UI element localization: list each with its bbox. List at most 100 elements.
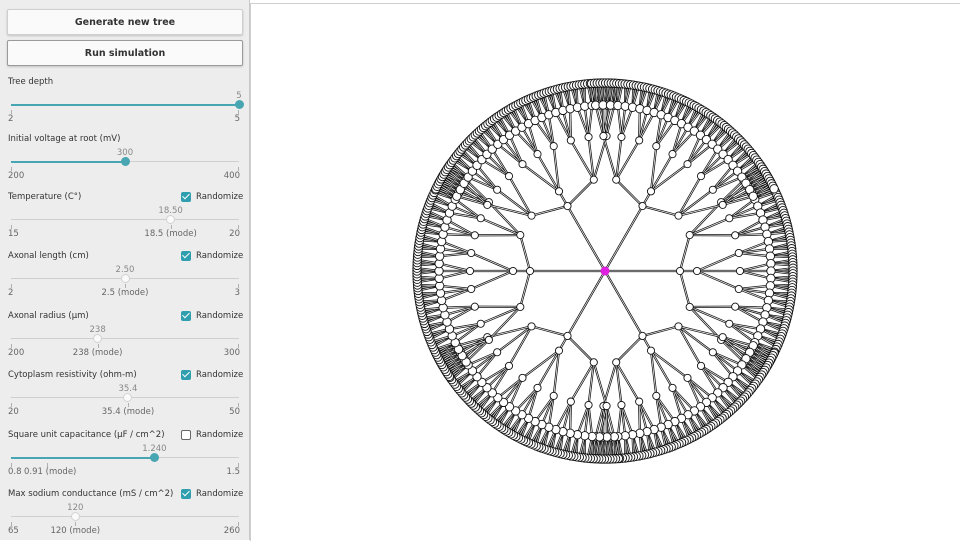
tree-node[interactable]	[732, 303, 739, 310]
tree-node[interactable]	[647, 188, 654, 195]
tree-node[interactable]	[686, 231, 693, 238]
tree-node[interactable]	[732, 232, 739, 239]
tree-node[interactable]	[519, 161, 526, 168]
randomize-toggle[interactable]: Randomize	[181, 370, 243, 380]
tree-node[interactable]	[636, 398, 643, 405]
tree-canvas[interactable]	[250, 3, 960, 541]
tree-node[interactable]	[567, 137, 574, 144]
checkbox-icon[interactable]	[181, 192, 191, 202]
randomize-toggle[interactable]: Randomize	[181, 192, 243, 202]
tree-node[interactable]	[555, 188, 562, 195]
tree-node[interactable]	[509, 267, 516, 274]
checkbox-icon[interactable]	[181, 370, 191, 380]
tree-node[interactable]	[477, 320, 484, 327]
slider-thumb[interactable]	[123, 393, 132, 402]
slider-thumb[interactable]	[150, 453, 159, 462]
tree-node[interactable]	[555, 347, 562, 354]
tree-node[interactable]	[528, 212, 535, 219]
tree-node[interactable]	[600, 132, 607, 139]
generate-tree-button[interactable]: Generate new tree	[7, 9, 243, 35]
slider-thumb[interactable]	[121, 274, 130, 283]
tree-node[interactable]	[770, 185, 778, 193]
tree-node[interactable]	[517, 231, 524, 238]
tree-node[interactable]	[519, 374, 526, 381]
tree-node[interactable]	[534, 384, 541, 391]
tree-node[interactable]	[471, 232, 478, 239]
tree-node[interactable]	[709, 186, 716, 193]
tree-node[interactable]	[697, 362, 704, 369]
tree-node[interactable]	[564, 332, 571, 339]
slider-track[interactable]	[11, 104, 239, 105]
root-node[interactable]	[601, 267, 610, 276]
tree-node[interactable]	[468, 249, 475, 256]
tree-node[interactable]	[528, 323, 535, 330]
run-simulation-button[interactable]: Run simulation	[7, 40, 243, 66]
tree-node[interactable]	[613, 359, 620, 366]
randomize-toggle[interactable]: Randomize	[181, 430, 243, 440]
tree-node[interactable]	[719, 201, 726, 208]
tree-node[interactable]	[749, 192, 757, 200]
tree-node[interactable]	[603, 402, 610, 409]
tree-node[interactable]	[726, 215, 733, 222]
tree-node[interactable]	[484, 201, 491, 208]
tree-node[interactable]	[669, 384, 676, 391]
checkbox-icon[interactable]	[181, 251, 191, 261]
tree-node[interactable]	[669, 150, 676, 157]
slider-thumb[interactable]	[71, 512, 80, 521]
slider-thumb[interactable]	[93, 334, 102, 343]
tree-node[interactable]	[647, 347, 654, 354]
slider-thumb[interactable]	[166, 215, 175, 224]
slider-thumb[interactable]	[121, 157, 130, 166]
slider-track[interactable]	[11, 338, 239, 339]
slider-thumb[interactable]	[235, 100, 244, 109]
randomize-toggle[interactable]: Randomize	[181, 311, 243, 321]
tree-node[interactable]	[726, 320, 733, 327]
tree-node[interactable]	[585, 401, 592, 408]
tree-node[interactable]	[653, 143, 660, 150]
tree-node[interactable]	[684, 374, 691, 381]
tree-node[interactable]	[550, 143, 557, 150]
tree-node[interactable]	[585, 133, 592, 140]
tree-node[interactable]	[675, 323, 682, 330]
tree-node[interactable]	[735, 285, 742, 292]
tree-node[interactable]	[684, 161, 691, 168]
tree-node[interactable]	[590, 176, 597, 183]
tree-node[interactable]	[618, 401, 625, 408]
tree-node[interactable]	[534, 150, 541, 157]
tree-node[interactable]	[494, 186, 501, 193]
tree-node[interactable]	[517, 303, 524, 310]
tree-node[interactable]	[686, 303, 693, 310]
slider-track[interactable]	[11, 219, 239, 220]
randomize-toggle[interactable]: Randomize	[181, 489, 243, 499]
tree-node[interactable]	[550, 392, 557, 399]
tree-node[interactable]	[590, 359, 597, 366]
checkbox-icon[interactable]	[181, 489, 191, 499]
tree-node[interactable]	[636, 137, 643, 144]
tree-node[interactable]	[564, 202, 571, 209]
tree-node[interactable]	[736, 267, 743, 274]
randomize-toggle[interactable]: Randomize	[181, 251, 243, 261]
tree-node[interactable]	[675, 212, 682, 219]
tree-node[interactable]	[719, 334, 726, 341]
tree-node[interactable]	[639, 202, 646, 209]
tree-node[interactable]	[466, 267, 473, 274]
checkbox-icon[interactable]	[181, 430, 191, 440]
tree-node[interactable]	[613, 176, 620, 183]
tree-node[interactable]	[505, 362, 512, 369]
tree-node[interactable]	[485, 336, 492, 343]
tree-node[interactable]	[693, 267, 700, 274]
tree-node[interactable]	[676, 267, 683, 274]
tree-node[interactable]	[526, 267, 533, 274]
slider-track[interactable]	[11, 516, 239, 517]
tree-node[interactable]	[697, 172, 704, 179]
tree-node[interactable]	[709, 349, 716, 356]
checkbox-icon[interactable]	[181, 311, 191, 321]
tree-node[interactable]	[494, 349, 501, 356]
tree-node[interactable]	[471, 303, 478, 310]
tree-node[interactable]	[618, 133, 625, 140]
tree-node[interactable]	[505, 172, 512, 179]
tree-node[interactable]	[477, 215, 484, 222]
tree-node[interactable]	[639, 332, 646, 339]
slider-track[interactable]	[11, 457, 239, 458]
tree-node[interactable]	[653, 392, 660, 399]
